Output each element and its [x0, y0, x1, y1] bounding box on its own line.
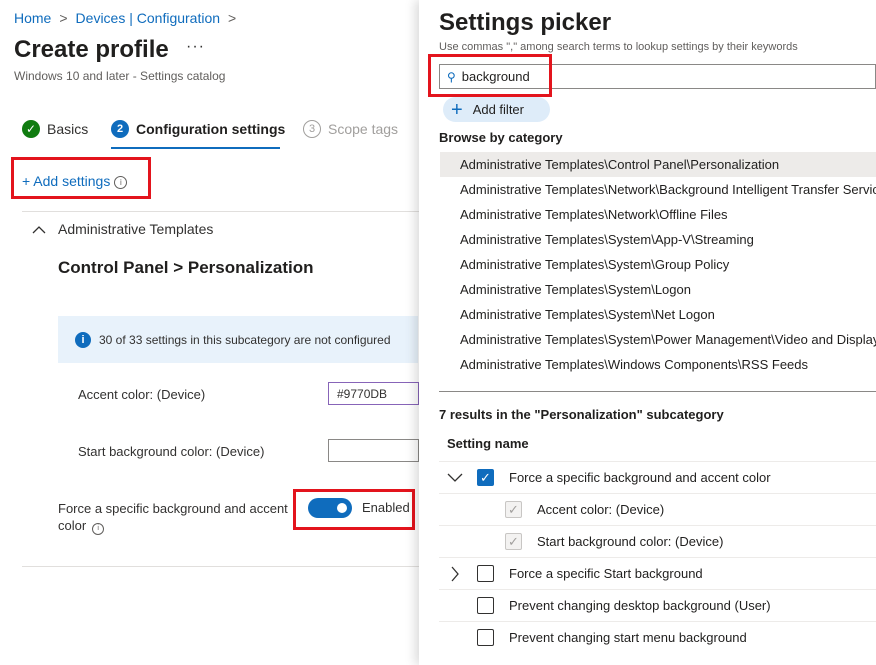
category-item[interactable]: Administrative Templates\System\App-V\St…	[440, 227, 876, 252]
category-item[interactable]: Administrative Templates\Network\Backgro…	[440, 177, 876, 202]
setting-name-column-header: Setting name	[447, 436, 529, 451]
results-count-label: 7 results in the "Personalization" subca…	[439, 407, 724, 422]
category-item[interactable]: Administrative Templates\Windows Compone…	[440, 352, 876, 377]
check-icon: ✓	[22, 120, 40, 138]
subcategory-heading: Control Panel > Personalization	[58, 258, 314, 277]
info-icon: i	[114, 176, 128, 189]
toggle-knob	[337, 503, 347, 513]
category-item[interactable]: Administrative Templates\Network\Offline…	[440, 202, 876, 227]
breadcrumb-devices-link[interactable]: Devices | Configuration	[76, 10, 220, 26]
step-label: Scope tags	[328, 121, 399, 137]
start-background-color-label: Start background color: (Device)	[78, 444, 265, 459]
category-item[interactable]: Administrative Templates\System\Group Po…	[440, 252, 876, 277]
divider	[22, 211, 419, 212]
more-options-button[interactable]: ···	[186, 38, 205, 56]
breadcrumb-home-link[interactable]: Home	[14, 10, 51, 26]
settings-search-box[interactable]: ⚲	[439, 64, 876, 89]
result-row: Prevent changing desktop background (Use…	[439, 589, 876, 621]
setting-checkbox: ✓	[505, 501, 522, 518]
setting-name: Start background color: (Device)	[537, 534, 724, 549]
page-title: Create profile	[14, 36, 169, 63]
step-label: Basics	[47, 121, 89, 137]
add-filter-label: Add filter	[472, 102, 524, 117]
force-background-setting-label: Force a specific background and accent c…	[58, 500, 298, 535]
settings-picker-pane: Settings picker Use commas "," among sea…	[419, 0, 876, 665]
add-icon: +	[451, 98, 463, 121]
settings-search-input[interactable]	[461, 69, 812, 84]
result-row: Force a specific Start background	[439, 557, 876, 589]
setting-name: Force a specific background and accent c…	[509, 470, 771, 485]
accent-color-label: Accent color: (Device)	[78, 387, 206, 402]
breadcrumb: Home > Devices | Configuration >	[14, 10, 244, 26]
result-row: ✓ Force a specific background and accent…	[439, 461, 876, 493]
category-list: Administrative Templates\Control Panel\P…	[440, 152, 876, 377]
chevron-right-icon[interactable]	[450, 566, 460, 582]
toggle-state-label: Enabled	[362, 500, 410, 515]
setting-checkbox[interactable]	[477, 629, 494, 646]
breadcrumb-separator: >	[59, 10, 68, 26]
step-basics[interactable]: ✓ Basics	[22, 120, 88, 138]
step-label: Configuration settings	[136, 121, 286, 137]
step-number-icon: 3	[303, 120, 321, 138]
setting-name: Prevent changing start menu background	[509, 630, 747, 645]
settings-picker-title: Settings picker	[439, 9, 612, 36]
add-filter-button[interactable]: + Add filter	[443, 97, 550, 122]
step-configuration-settings[interactable]: 2 Configuration settings	[111, 120, 285, 138]
group-label: Administrative Templates	[58, 221, 214, 237]
add-settings-label: + Add settings	[22, 173, 111, 189]
setting-name: Accent color: (Device)	[537, 502, 665, 517]
active-step-underline	[111, 147, 280, 149]
result-row: Prevent changing start menu background	[439, 621, 876, 653]
result-row: ✓ Start background color: (Device)	[439, 525, 876, 557]
category-item[interactable]: Administrative Templates\Control Panel\P…	[440, 152, 876, 177]
step-number-icon: 2	[111, 120, 129, 138]
breadcrumb-separator: >	[228, 10, 237, 26]
accent-color-input[interactable]: #9770DB	[328, 382, 419, 405]
category-item[interactable]: Administrative Templates\System\Logon	[440, 277, 876, 302]
setting-checkbox[interactable]	[477, 565, 494, 582]
info-icon: i	[92, 523, 105, 535]
step-scope-tags[interactable]: 3 Scope tags	[303, 120, 398, 138]
browse-by-category-label: Browse by category	[439, 130, 563, 145]
chevron-down-icon[interactable]	[447, 473, 463, 483]
setting-checkbox[interactable]: ✓	[477, 469, 494, 486]
result-row: ✓ Accent color: (Device)	[439, 493, 876, 525]
category-item[interactable]: Administrative Templates\System\Net Logo…	[440, 302, 876, 327]
setting-checkbox: ✓	[505, 533, 522, 550]
group-header-administrative-templates[interactable]: Administrative Templates	[32, 221, 213, 237]
setting-checkbox[interactable]	[477, 597, 494, 614]
info-icon: i	[75, 331, 91, 348]
start-background-color-input[interactable]	[328, 439, 419, 462]
force-background-toggle[interactable]	[308, 498, 352, 518]
info-message-text: 30 of 33 settings in this subcategory ar…	[99, 332, 391, 347]
page-subtitle: Windows 10 and later - Settings catalog	[14, 69, 226, 83]
category-item[interactable]: Administrative Templates\System\Power Ma…	[440, 327, 876, 352]
setting-name: Prevent changing desktop background (Use…	[509, 598, 771, 613]
chevron-up-icon	[32, 225, 46, 233]
info-message-bar: i 30 of 33 settings in this subcategory …	[58, 316, 418, 363]
divider	[439, 391, 876, 392]
divider	[22, 566, 419, 567]
setting-name: Force a specific Start background	[509, 566, 703, 581]
add-settings-link[interactable]: + Add settings i	[22, 173, 128, 189]
settings-picker-hint: Use commas "," among search terms to loo…	[439, 41, 798, 53]
search-icon: ⚲	[447, 69, 456, 84]
